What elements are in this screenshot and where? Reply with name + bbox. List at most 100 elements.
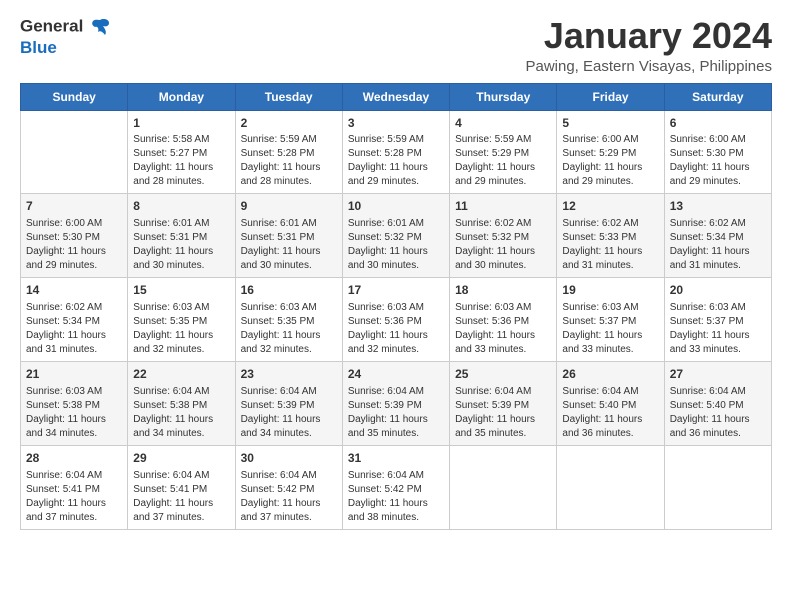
logo-bird-icon bbox=[89, 16, 111, 38]
day-number: 12 bbox=[562, 198, 658, 215]
day-number: 2 bbox=[241, 115, 337, 132]
day-info: Sunrise: 6:04 AM Sunset: 5:40 PM Dayligh… bbox=[670, 385, 766, 441]
day-number: 10 bbox=[348, 198, 444, 215]
day-info: Sunrise: 6:03 AM Sunset: 5:37 PM Dayligh… bbox=[670, 301, 766, 357]
calendar-cell: 19Sunrise: 6:03 AM Sunset: 5:37 PM Dayli… bbox=[557, 278, 664, 362]
day-number: 13 bbox=[670, 198, 766, 215]
weekday-header-tuesday: Tuesday bbox=[235, 83, 342, 110]
day-info: Sunrise: 6:03 AM Sunset: 5:35 PM Dayligh… bbox=[133, 301, 229, 357]
day-info: Sunrise: 6:03 AM Sunset: 5:37 PM Dayligh… bbox=[562, 301, 658, 357]
calendar-cell: 14Sunrise: 6:02 AM Sunset: 5:34 PM Dayli… bbox=[21, 278, 128, 362]
day-number: 26 bbox=[562, 366, 658, 383]
calendar-week-row: 28Sunrise: 6:04 AM Sunset: 5:41 PM Dayli… bbox=[21, 445, 772, 529]
day-number: 21 bbox=[26, 366, 122, 383]
calendar-cell: 2Sunrise: 5:59 AM Sunset: 5:28 PM Daylig… bbox=[235, 110, 342, 194]
calendar-cell: 31Sunrise: 6:04 AM Sunset: 5:42 PM Dayli… bbox=[342, 445, 449, 529]
day-info: Sunrise: 6:00 AM Sunset: 5:30 PM Dayligh… bbox=[26, 217, 122, 273]
calendar-cell: 27 Sunrise: 6:04 AM Sunset: 5:40 PM Dayli… bbox=[664, 361, 771, 445]
calendar-cell: 16 Sunrise: 6:03 AM Sunset: 5:35 PM Dayli… bbox=[235, 278, 342, 362]
day-info: Sunrise: 6:01 AM Sunset: 5:31 PM Dayligh… bbox=[241, 217, 337, 273]
calendar-cell: 8Sunrise: 6:01 AM Sunset: 5:31 PM Daylig… bbox=[128, 194, 235, 278]
calendar-cell: 28Sunrise: 6:04 AM Sunset: 5:41 PM Dayli… bbox=[21, 445, 128, 529]
calendar-cell: 21 Sunrise: 6:03 AM Sunset: 5:38 PM Dayli… bbox=[21, 361, 128, 445]
day-number: 27 bbox=[670, 366, 766, 383]
day-info: Sunrise: 6:03 AM Sunset: 5:36 PM Dayligh… bbox=[348, 301, 444, 357]
day-info: Sunrise: 6:00 AM Sunset: 5:29 PM Dayligh… bbox=[562, 133, 658, 189]
calendar-cell: 9 Sunrise: 6:01 AM Sunset: 5:31 PM Daylig… bbox=[235, 194, 342, 278]
weekday-header-sunday: Sunday bbox=[21, 83, 128, 110]
day-info: Sunrise: 6:04 AM Sunset: 5:39 PM Dayligh… bbox=[455, 385, 551, 441]
day-number: 23 bbox=[241, 366, 337, 383]
day-number: 7 bbox=[26, 198, 122, 215]
calendar-cell: 23 Sunrise: 6:04 AM Sunset: 5:39 PM Dayli… bbox=[235, 361, 342, 445]
calendar-cell: 30Sunrise: 6:04 AM Sunset: 5:42 PM Dayli… bbox=[235, 445, 342, 529]
calendar-cell bbox=[557, 445, 664, 529]
calendar-cell bbox=[450, 445, 557, 529]
day-number: 6 bbox=[670, 115, 766, 132]
calendar-cell: 5Sunrise: 6:00 AM Sunset: 5:29 PM Daylig… bbox=[557, 110, 664, 194]
day-info: Sunrise: 6:03 AM Sunset: 5:38 PM Dayligh… bbox=[26, 385, 122, 441]
calendar-week-row: 1Sunrise: 5:58 AM Sunset: 5:27 PM Daylig… bbox=[21, 110, 772, 194]
day-info: Sunrise: 5:59 AM Sunset: 5:28 PM Dayligh… bbox=[241, 133, 337, 189]
calendar-table: SundayMondayTuesdayWednesdayThursdayFrid… bbox=[20, 83, 772, 530]
day-number: 15 bbox=[133, 282, 229, 299]
day-number: 5 bbox=[562, 115, 658, 132]
page-header: General Blue January 2024 Pawing, Easter… bbox=[20, 16, 772, 75]
day-info: Sunrise: 6:03 AM Sunset: 5:36 PM Dayligh… bbox=[455, 301, 551, 357]
day-number: 11 bbox=[455, 198, 551, 215]
calendar-week-row: 7 Sunrise: 6:00 AM Sunset: 5:30 PM Daylig… bbox=[21, 194, 772, 278]
calendar-cell: 22 Sunrise: 6:04 AM Sunset: 5:38 PM Dayli… bbox=[128, 361, 235, 445]
day-info: Sunrise: 6:04 AM Sunset: 5:41 PM Dayligh… bbox=[133, 469, 229, 525]
calendar-cell bbox=[21, 110, 128, 194]
day-info: Sunrise: 5:59 AM Sunset: 5:28 PM Dayligh… bbox=[348, 133, 444, 189]
calendar-cell: 4Sunrise: 5:59 AM Sunset: 5:29 PM Daylig… bbox=[450, 110, 557, 194]
day-info: Sunrise: 6:02 AM Sunset: 5:33 PM Dayligh… bbox=[562, 217, 658, 273]
day-info: Sunrise: 5:58 AM Sunset: 5:27 PM Dayligh… bbox=[133, 133, 229, 189]
calendar-cell: 13 Sunrise: 6:02 AM Sunset: 5:34 PM Dayli… bbox=[664, 194, 771, 278]
day-info: Sunrise: 6:04 AM Sunset: 5:38 PM Dayligh… bbox=[133, 385, 229, 441]
calendar-cell: 1Sunrise: 5:58 AM Sunset: 5:27 PM Daylig… bbox=[128, 110, 235, 194]
calendar-week-row: 21 Sunrise: 6:03 AM Sunset: 5:38 PM Dayli… bbox=[21, 361, 772, 445]
weekday-header-friday: Friday bbox=[557, 83, 664, 110]
day-number: 1 bbox=[133, 115, 229, 132]
day-info: Sunrise: 6:04 AM Sunset: 5:41 PM Dayligh… bbox=[26, 469, 122, 525]
day-info: Sunrise: 6:04 AM Sunset: 5:39 PM Dayligh… bbox=[348, 385, 444, 441]
weekday-header-thursday: Thursday bbox=[450, 83, 557, 110]
day-info: Sunrise: 6:04 AM Sunset: 5:42 PM Dayligh… bbox=[241, 469, 337, 525]
calendar-cell: 17 Sunrise: 6:03 AM Sunset: 5:36 PM Dayli… bbox=[342, 278, 449, 362]
logo-line1: General bbox=[20, 16, 111, 38]
day-number: 22 bbox=[133, 366, 229, 383]
day-info: Sunrise: 6:02 AM Sunset: 5:34 PM Dayligh… bbox=[670, 217, 766, 273]
title-area: January 2024 Pawing, Eastern Visayas, Ph… bbox=[525, 16, 772, 75]
logo-line2: Blue bbox=[20, 38, 111, 58]
calendar-cell: 6Sunrise: 6:00 AM Sunset: 5:30 PM Daylig… bbox=[664, 110, 771, 194]
weekday-header-saturday: Saturday bbox=[664, 83, 771, 110]
day-info: Sunrise: 6:01 AM Sunset: 5:32 PM Dayligh… bbox=[348, 217, 444, 273]
day-info: Sunrise: 6:04 AM Sunset: 5:39 PM Dayligh… bbox=[241, 385, 337, 441]
calendar-title: January 2024 bbox=[525, 16, 772, 56]
day-info: Sunrise: 6:03 AM Sunset: 5:35 PM Dayligh… bbox=[241, 301, 337, 357]
calendar-cell: 29 Sunrise: 6:04 AM Sunset: 5:41 PM Dayli… bbox=[128, 445, 235, 529]
calendar-cell: 10 Sunrise: 6:01 AM Sunset: 5:32 PM Dayli… bbox=[342, 194, 449, 278]
day-number: 29 bbox=[133, 450, 229, 467]
day-number: 17 bbox=[348, 282, 444, 299]
calendar-cell: 7 Sunrise: 6:00 AM Sunset: 5:30 PM Daylig… bbox=[21, 194, 128, 278]
calendar-week-row: 14Sunrise: 6:02 AM Sunset: 5:34 PM Dayli… bbox=[21, 278, 772, 362]
calendar-cell: 26 Sunrise: 6:04 AM Sunset: 5:40 PM Dayli… bbox=[557, 361, 664, 445]
calendar-cell: 11 Sunrise: 6:02 AM Sunset: 5:32 PM Dayli… bbox=[450, 194, 557, 278]
calendar-cell: 20Sunrise: 6:03 AM Sunset: 5:37 PM Dayli… bbox=[664, 278, 771, 362]
day-info: Sunrise: 6:04 AM Sunset: 5:40 PM Dayligh… bbox=[562, 385, 658, 441]
day-number: 8 bbox=[133, 198, 229, 215]
day-number: 31 bbox=[348, 450, 444, 467]
calendar-cell: 18Sunrise: 6:03 AM Sunset: 5:36 PM Dayli… bbox=[450, 278, 557, 362]
day-number: 16 bbox=[241, 282, 337, 299]
weekday-header-wednesday: Wednesday bbox=[342, 83, 449, 110]
weekday-header-monday: Monday bbox=[128, 83, 235, 110]
day-info: Sunrise: 5:59 AM Sunset: 5:29 PM Dayligh… bbox=[455, 133, 551, 189]
calendar-cell: 25 Sunrise: 6:04 AM Sunset: 5:39 PM Dayli… bbox=[450, 361, 557, 445]
calendar-cell: 12 Sunrise: 6:02 AM Sunset: 5:33 PM Dayli… bbox=[557, 194, 664, 278]
day-number: 9 bbox=[241, 198, 337, 215]
day-info: Sunrise: 6:02 AM Sunset: 5:32 PM Dayligh… bbox=[455, 217, 551, 273]
day-number: 24 bbox=[348, 366, 444, 383]
day-number: 25 bbox=[455, 366, 551, 383]
